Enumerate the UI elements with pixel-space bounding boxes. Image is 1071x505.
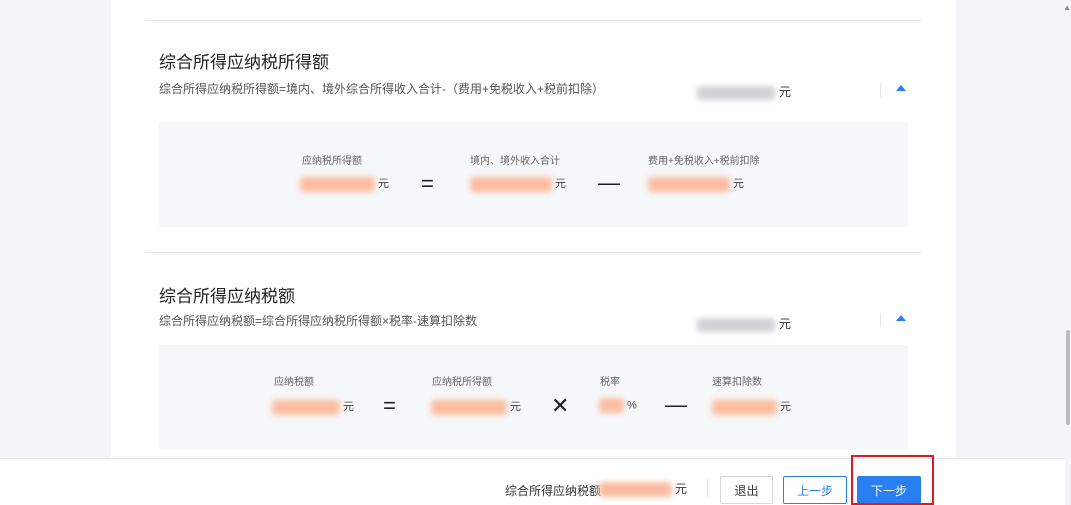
caret-up-icon[interactable] [896, 85, 906, 91]
minus-sign: — [665, 392, 687, 417]
calc-label-quick-deduction: 速算扣除数 [712, 377, 762, 388]
section-divider [145, 252, 921, 253]
calc-value-tax-rate: % [599, 398, 637, 413]
footer-total-label: 综合所得应纳税额 [505, 484, 602, 498]
minus-sign: — [598, 170, 620, 195]
section1-divider [880, 83, 881, 97]
calc-value-total-income: 元 [470, 175, 566, 192]
section2-formula: 综合所得应纳税额=综合所得应纳税所得额×税率-速算扣除数 [159, 314, 478, 328]
calc-value-quick-deduction: 元 [712, 398, 791, 415]
calc-value-taxable-income: 元 [431, 398, 521, 415]
scrollbar[interactable] [1065, 0, 1071, 505]
calc-label-tax-payable: 应纳税额 [274, 377, 314, 388]
section2-calc-box: 应纳税额 元 = 应纳税所得额 元 ✕ 税率 % — 速算扣除数 元 [159, 345, 908, 450]
calc-label-deductions: 费用+免税收入+税前扣除 [648, 156, 760, 167]
footer-separator [707, 479, 708, 497]
highlight-box [851, 455, 934, 505]
exit-button[interactable]: 退出 [720, 476, 773, 504]
equals-sign: = [383, 393, 396, 418]
calc-label-tax-rate: 税率 [600, 377, 620, 388]
calc-value-taxable-income: 元 [300, 175, 389, 192]
multiply-sign: ✕ [551, 393, 570, 418]
section2-amount-blurred [697, 317, 775, 332]
section1-amount-blurred [697, 85, 775, 100]
calc-label-taxable-income: 应纳税所得额 [432, 377, 492, 388]
footer-total-amount: 元 [599, 480, 687, 498]
calc-label-total-income: 境内、境外收入合计 [470, 156, 560, 167]
previous-step-button[interactable]: 上一步 [783, 476, 847, 504]
section1-title: 综合所得应纳税所得额 [159, 53, 329, 72]
caret-up-icon[interactable] [896, 315, 906, 321]
section1-formula: 综合所得应纳税所得额=境内、境外综合所得收入合计-（费用+免税收入+税前扣除） [159, 82, 605, 96]
equals-sign: = [421, 171, 434, 196]
section1-amount: 元 [697, 83, 791, 100]
top-divider [145, 20, 921, 21]
section1-calc-box: 应纳税所得额 元 = 境内、境外收入合计 元 — 费用+免税收入+税前扣除 元 [159, 122, 908, 227]
section2-title: 综合所得应纳税额 [159, 287, 295, 306]
section2-amount: 元 [697, 315, 791, 332]
calc-label-taxable-income: 应纳税所得额 [302, 156, 362, 167]
calc-value-tax-payable: 元 [272, 398, 354, 415]
scrollbar-thumb[interactable] [1066, 330, 1070, 425]
calc-value-deductions: 元 [648, 175, 744, 192]
section2-divider [880, 313, 881, 327]
scroll-up-arrow-icon[interactable]: ▲ [1063, 4, 1071, 12]
